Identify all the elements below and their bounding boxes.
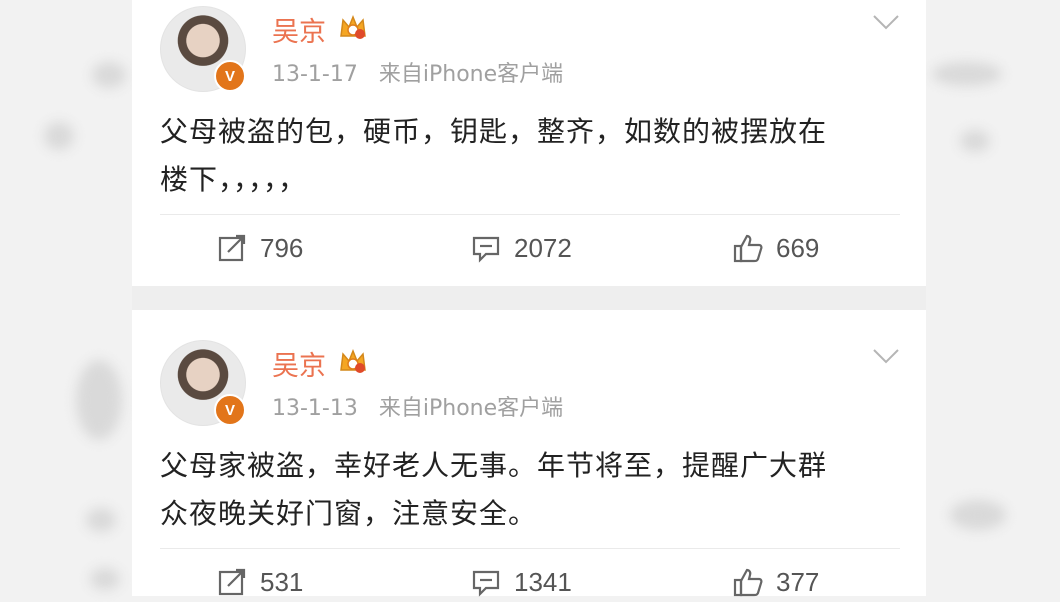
repost-button[interactable]: 531 bbox=[216, 562, 303, 602]
post-date: 13-1-17 bbox=[272, 62, 358, 87]
thumbs-up-icon bbox=[733, 234, 763, 263]
action-bar: 531 1341 377 bbox=[132, 562, 926, 602]
thumbs-up-icon bbox=[733, 568, 763, 597]
like-count: 377 bbox=[776, 566, 820, 597]
post-separator bbox=[132, 286, 926, 310]
comment-button[interactable]: 1341 bbox=[470, 562, 572, 602]
member-crown-icon bbox=[340, 14, 366, 39]
repost-button[interactable]: 796 bbox=[216, 228, 303, 268]
chevron-down-icon[interactable] bbox=[872, 12, 900, 32]
comment-count: 2072 bbox=[514, 232, 572, 263]
background-blur bbox=[76, 360, 122, 440]
post-text-line: 父母家被盗，幸好老人无事。年节将至，提醒广大群 bbox=[160, 449, 828, 482]
post-meta: 13-1-13 来自iPhone客户端 bbox=[272, 390, 577, 422]
avatar[interactable]: V bbox=[160, 340, 246, 426]
verified-badge-icon: V bbox=[214, 60, 246, 92]
background-blur bbox=[90, 568, 120, 590]
author-name[interactable]: 吴京 bbox=[272, 10, 326, 49]
weibo-feed: V 吴京 13-1-17 来自iPhone客户端 父母被盗的包，硬币，钥匙，整齐… bbox=[132, 0, 926, 597]
post-source: 来自iPhone客户端 bbox=[378, 396, 564, 421]
author-name[interactable]: 吴京 bbox=[272, 344, 326, 383]
post-source: 来自iPhone客户端 bbox=[378, 62, 564, 87]
like-button[interactable]: 669 bbox=[732, 228, 819, 268]
comment-icon bbox=[472, 570, 500, 597]
background-blur bbox=[932, 62, 1002, 86]
post-meta: 13-1-17 来自iPhone客户端 bbox=[272, 56, 577, 88]
post-text-line: 众夜晚关好门窗，注意安全。 bbox=[160, 497, 538, 530]
background-blur bbox=[44, 122, 74, 150]
background-blur bbox=[960, 130, 990, 152]
repost-count: 796 bbox=[260, 232, 304, 263]
member-crown-icon bbox=[340, 348, 366, 373]
divider bbox=[160, 548, 900, 549]
verified-badge-icon: V bbox=[214, 394, 246, 426]
background-blur bbox=[86, 508, 116, 532]
background-blur bbox=[950, 500, 1006, 530]
like-button[interactable]: 377 bbox=[732, 562, 819, 602]
comment-icon bbox=[472, 236, 500, 263]
post-text-line: 楼下，，，，， bbox=[160, 163, 308, 196]
comment-button[interactable]: 2072 bbox=[470, 228, 572, 268]
post-text-line: 父母被盗的包，硬币，钥匙，整齐，如数的被摆放在 bbox=[160, 115, 828, 148]
repost-count: 531 bbox=[260, 566, 304, 597]
comment-count: 1341 bbox=[514, 566, 572, 597]
repost-icon bbox=[218, 568, 246, 596]
post-content: 父母家被盗，幸好老人无事。年节将至，提醒广大群 众夜晚关好门窗，注意安全。 bbox=[160, 442, 900, 538]
avatar[interactable]: V bbox=[160, 6, 246, 92]
action-bar: 796 2072 669 bbox=[132, 228, 926, 268]
chevron-down-icon[interactable] bbox=[872, 346, 900, 366]
divider bbox=[160, 214, 900, 215]
background-blur bbox=[92, 62, 126, 88]
post-content: 父母被盗的包，硬币，钥匙，整齐，如数的被摆放在 楼下，，，，， bbox=[160, 108, 900, 204]
post-date: 13-1-13 bbox=[272, 396, 358, 421]
repost-icon bbox=[218, 234, 246, 262]
like-count: 669 bbox=[776, 232, 820, 263]
